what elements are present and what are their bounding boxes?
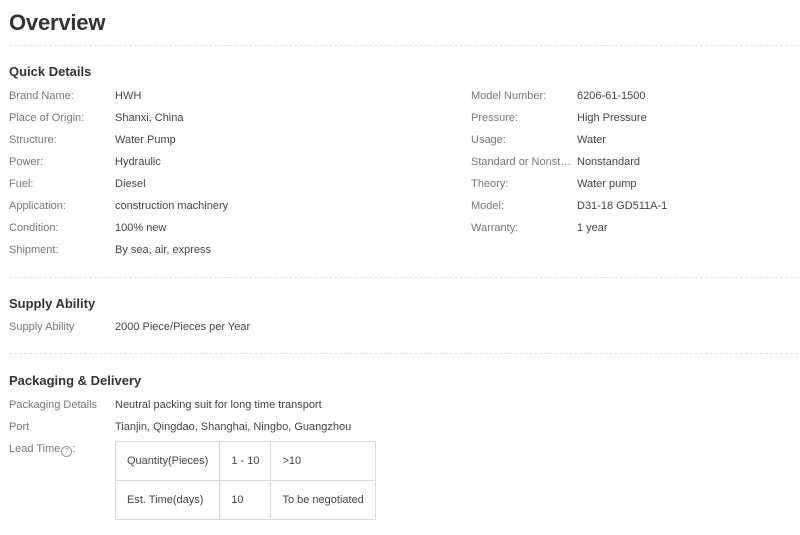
detail-label: Condition: (9, 222, 59, 234)
detail-value: 6206-61-1500 (577, 90, 646, 102)
table-cell: >10 (270, 441, 376, 481)
table-cell: Quantity(Pieces) (114, 441, 221, 481)
detail-row: Application: construction machinery (9, 199, 329, 213)
supply-ability-row: Supply Ability 2000 Piece/Pieces per Yea… (9, 320, 409, 334)
detail-label: Supply Ability (9, 321, 75, 333)
detail-row: Power: Hydraulic (9, 155, 329, 169)
detail-value: Diesel (115, 178, 146, 190)
detail-row: Model Number: 6206-61-1500 (471, 89, 791, 103)
detail-row: Model: D31-18 GD511A-1 (471, 199, 791, 213)
detail-value: HWH (115, 90, 142, 102)
detail-label: Pressure: (471, 112, 519, 124)
detail-label: Model Number: (471, 90, 547, 102)
page-title: Overview (9, 10, 106, 35)
detail-row: Place of Origin: Shanxi, China (9, 111, 329, 125)
detail-value: construction machinery (115, 200, 229, 212)
detail-row: Theory: Water pump (471, 177, 791, 191)
detail-value: Tianjin, Qingdao, Shanghai, Ningbo, Guan… (115, 421, 352, 433)
help-circle-icon[interactable]: ? (61, 446, 73, 457)
lead-time-table: Quantity(Pieces) 1 - 10 >10 Est. Time(da… (114, 441, 376, 520)
detail-value: Shanxi, China (115, 112, 184, 124)
detail-label: Packaging Details (9, 399, 98, 411)
divider (9, 353, 798, 354)
detail-label: Warranty: (471, 222, 519, 234)
detail-label: Application: (9, 200, 66, 212)
table-cell: Est. Time(days) (114, 480, 221, 520)
detail-label: Shipment: (9, 244, 59, 256)
product-overview: Overview Quick Details Brand Name: HWH Pla… (0, 0, 800, 535)
detail-label: Place of Origin: (9, 112, 85, 124)
detail-row: Shipment: By sea, air, express (9, 243, 329, 257)
detail-value: 2000 Piece/Pieces per Year (115, 321, 251, 333)
detail-label: Port (9, 421, 30, 433)
table-row: Quantity(Pieces) 1 - 10 >10 (114, 441, 376, 481)
detail-label: Power: (9, 156, 44, 168)
detail-value: Water pump (577, 178, 637, 190)
detail-value: 1 year (577, 222, 608, 234)
lead-time-label: Lead Time (9, 443, 61, 455)
detail-value: Water (577, 134, 606, 146)
detail-row: Pressure: High Pressure (471, 111, 791, 125)
detail-row: Condition: 100% new (9, 221, 329, 235)
detail-row: Standard or Nonstandard:Nonstandard (471, 155, 791, 169)
packaging-delivery-heading: Packaging & Delivery (9, 373, 142, 388)
detail-row: Fuel: Diesel (9, 177, 329, 191)
detail-label: Brand Name: (9, 90, 74, 102)
detail-value: Water Pump (115, 134, 176, 146)
table-cell: 10 (219, 480, 272, 520)
detail-label: Fuel: (9, 178, 34, 190)
divider (9, 45, 798, 46)
detail-value: High Pressure (577, 112, 647, 124)
detail-label: Theory: (471, 178, 509, 190)
detail-label: Usage: (471, 134, 506, 146)
quick-details-heading: Quick Details (9, 64, 92, 79)
detail-label: Model: (471, 200, 505, 212)
detail-row: Warranty: 1 year (471, 221, 791, 235)
table-cell: To be negotiated (270, 480, 376, 520)
detail-row: Structure: Water Pump (9, 133, 329, 147)
divider (9, 277, 798, 278)
lead-time-row: Lead Time?: (9, 443, 76, 457)
detail-value: 100% new (115, 222, 167, 234)
detail-value: Nonstandard (577, 156, 640, 168)
detail-row: Usage: Water (471, 133, 791, 147)
packaging-details-row: Packaging Details Neutral packing suit f… (9, 398, 509, 412)
detail-row: Brand Name: HWH (9, 89, 329, 103)
detail-value: By sea, air, express (115, 244, 211, 256)
detail-value: Hydraulic (115, 156, 161, 168)
supply-ability-heading: Supply Ability (9, 296, 96, 311)
detail-value: D31-18 GD511A-1 (577, 200, 668, 212)
table-row: Est. Time(days) 10 To be negotiated (114, 480, 376, 520)
detail-label: Structure: (9, 134, 57, 146)
table-cell: 1 - 10 (219, 441, 272, 481)
port-row: Port Tianjin, Qingdao, Shanghai, Ningbo,… (9, 420, 509, 434)
detail-value: Neutral packing suit for long time trans… (115, 399, 322, 411)
detail-label: Standard or Nonstandard: (471, 156, 576, 168)
